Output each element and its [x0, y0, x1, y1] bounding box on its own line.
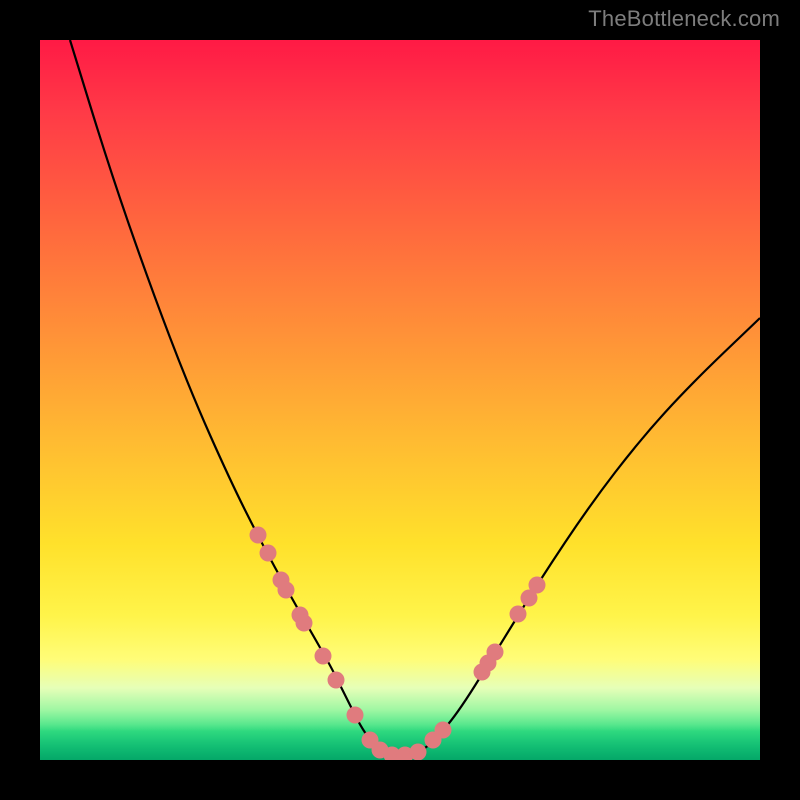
data-marker: [250, 527, 267, 544]
data-marker: [435, 722, 452, 739]
data-marker: [260, 545, 277, 562]
data-marker: [278, 582, 295, 599]
data-marker: [487, 644, 504, 661]
data-marker: [410, 744, 427, 761]
curve-svg: [40, 40, 760, 760]
plot-area: [40, 40, 760, 760]
data-marker: [315, 648, 332, 665]
data-marker: [510, 606, 527, 623]
watermark-text: TheBottleneck.com: [588, 6, 780, 32]
chart-container: TheBottleneck.com: [0, 0, 800, 800]
data-marker: [296, 615, 313, 632]
data-marker: [347, 707, 364, 724]
data-marker: [529, 577, 546, 594]
bottleneck-curve: [70, 40, 760, 756]
data-marker: [328, 672, 345, 689]
